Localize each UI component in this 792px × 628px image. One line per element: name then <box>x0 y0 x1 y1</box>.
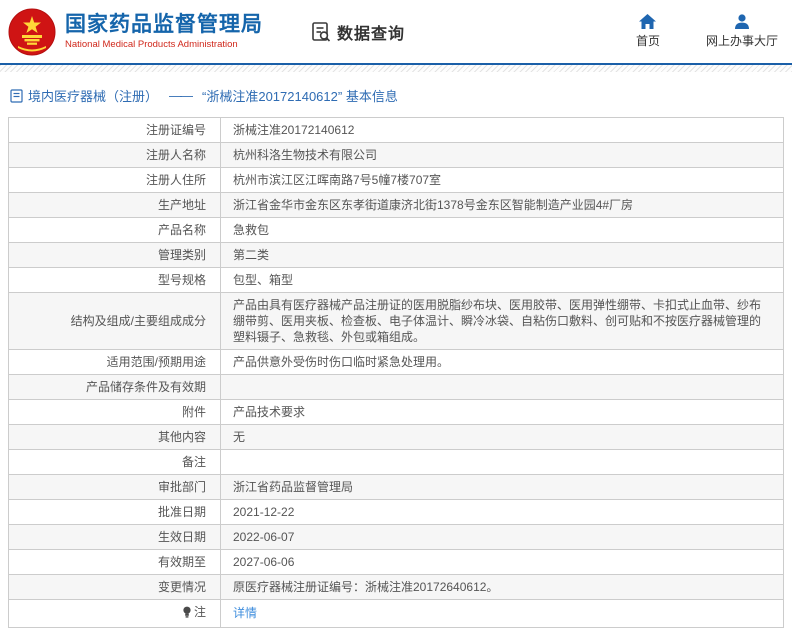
table-row: 注 详情 <box>9 600 784 628</box>
table-row: 批准日期2021-12-22 <box>9 500 784 525</box>
row-label: 注册证编号 <box>9 118 221 143</box>
table-row: 附件产品技术要求 <box>9 400 784 425</box>
breadcrumb-dash: —— <box>169 88 191 103</box>
table-row: 产品名称急救包 <box>9 218 784 243</box>
hatch-band <box>0 65 792 72</box>
registration-info-table: 注册证编号浙械注准20172140612 注册人名称杭州科洛生物技术有限公司 注… <box>8 117 784 628</box>
row-label: 变更情况 <box>9 575 221 600</box>
table-row: 审批部门浙江省药品监督管理局 <box>9 475 784 500</box>
data-query-section: 数据查询 <box>309 20 405 44</box>
table-row: 适用范围/预期用途产品供意外受伤时伤口临时紧急处理用。 <box>9 350 784 375</box>
row-value: 原医疗器械注册证编号：浙械注准20172640612。 <box>221 575 784 600</box>
row-value: 无 <box>221 425 784 450</box>
table-row: 注册人名称杭州科洛生物技术有限公司 <box>9 143 784 168</box>
breadcrumb-title: “浙械注准20172140612” 基本信息 <box>202 86 398 105</box>
table-row: 注册证编号浙械注准20172140612 <box>9 118 784 143</box>
detail-link[interactable]: 详情 <box>233 606 257 620</box>
table-row: 型号规格包型、箱型 <box>9 268 784 293</box>
row-label: 其他内容 <box>9 425 221 450</box>
table-row: 注册人住所杭州市滨江区江晖南路7号5幢7楼707室 <box>9 168 784 193</box>
breadcrumb-category[interactable]: 境内医疗器械（注册） <box>28 86 158 105</box>
row-label: 注册人住所 <box>9 168 221 193</box>
row-value: 产品供意外受伤时伤口临时紧急处理用。 <box>221 350 784 375</box>
row-value: 详情 <box>221 600 784 628</box>
row-value: 急救包 <box>221 218 784 243</box>
nav-home-label: 首页 <box>636 32 660 49</box>
org-name-cn: 国家药品监督管理局 <box>65 13 263 37</box>
row-label: 型号规格 <box>9 268 221 293</box>
table-row: 管理类别第二类 <box>9 243 784 268</box>
row-value: 2027-06-06 <box>221 550 784 575</box>
national-emblem-icon <box>8 8 56 56</box>
user-icon <box>734 14 750 29</box>
row-value: 2021-12-22 <box>221 500 784 525</box>
row-label: 批准日期 <box>9 500 221 525</box>
header: 国家药品监督管理局 National Medical Products Admi… <box>0 0 792 63</box>
table-row: 变更情况原医疗器械注册证编号：浙械注准20172640612。 <box>9 575 784 600</box>
table-row: 备注 <box>9 450 784 475</box>
table-row: 产品储存条件及有效期 <box>9 375 784 400</box>
table-row: 其他内容无 <box>9 425 784 450</box>
row-value: 浙江省金华市金东区东孝街道康济北街1378号金东区智能制造产业园4#厂房 <box>221 193 784 218</box>
row-value <box>221 375 784 400</box>
row-label: 生效日期 <box>9 525 221 550</box>
row-label-note: 注 <box>9 600 221 628</box>
nav-service-hall-label: 网上办事大厅 <box>706 32 778 49</box>
row-label: 结构及组成/主要组成成分 <box>9 293 221 350</box>
breadcrumb: 境内医疗器械（注册） —— “浙械注准20172140612” 基本信息 <box>0 72 792 115</box>
row-value: 浙械注准20172140612 <box>221 118 784 143</box>
row-label: 有效期至 <box>9 550 221 575</box>
row-label: 适用范围/预期用途 <box>9 350 221 375</box>
nav-service-hall[interactable]: 网上办事大厅 <box>706 14 778 49</box>
row-label: 附件 <box>9 400 221 425</box>
row-label: 注册人名称 <box>9 143 221 168</box>
row-label: 产品储存条件及有效期 <box>9 375 221 400</box>
row-value: 杭州科洛生物技术有限公司 <box>221 143 784 168</box>
row-label: 管理类别 <box>9 243 221 268</box>
row-label: 生产地址 <box>9 193 221 218</box>
bulb-icon <box>182 606 192 619</box>
row-value: 产品技术要求 <box>221 400 784 425</box>
home-icon <box>639 14 656 29</box>
table-row: 生效日期2022-06-07 <box>9 525 784 550</box>
doc-search-icon <box>309 20 333 44</box>
row-value: 2022-06-07 <box>221 525 784 550</box>
row-value <box>221 450 784 475</box>
table-row: 结构及组成/主要组成成分产品由具有医疗器械产品注册证的医用脱脂纱布块、医用胶带、… <box>9 293 784 350</box>
row-label: 产品名称 <box>9 218 221 243</box>
row-label: 注 <box>194 604 206 620</box>
row-value: 包型、箱型 <box>221 268 784 293</box>
row-value: 产品由具有医疗器械产品注册证的医用脱脂纱布块、医用胶带、医用弹性绷带、卡扣式止血… <box>221 293 784 350</box>
org-name-en: National Medical Products Administration <box>65 39 263 50</box>
row-value: 浙江省药品监督管理局 <box>221 475 784 500</box>
nav-home[interactable]: 首页 <box>636 14 660 49</box>
data-query-label: 数据查询 <box>337 20 405 44</box>
row-label: 审批部门 <box>9 475 221 500</box>
row-value: 第二类 <box>221 243 784 268</box>
table-row: 生产地址浙江省金华市金东区东孝街道康济北街1378号金东区智能制造产业园4#厂房 <box>9 193 784 218</box>
doc-icon <box>10 89 23 103</box>
table-row: 有效期至2027-06-06 <box>9 550 784 575</box>
row-value: 杭州市滨江区江晖南路7号5幢7楼707室 <box>221 168 784 193</box>
row-label: 备注 <box>9 450 221 475</box>
brand-block: 国家药品监督管理局 National Medical Products Admi… <box>65 13 263 50</box>
